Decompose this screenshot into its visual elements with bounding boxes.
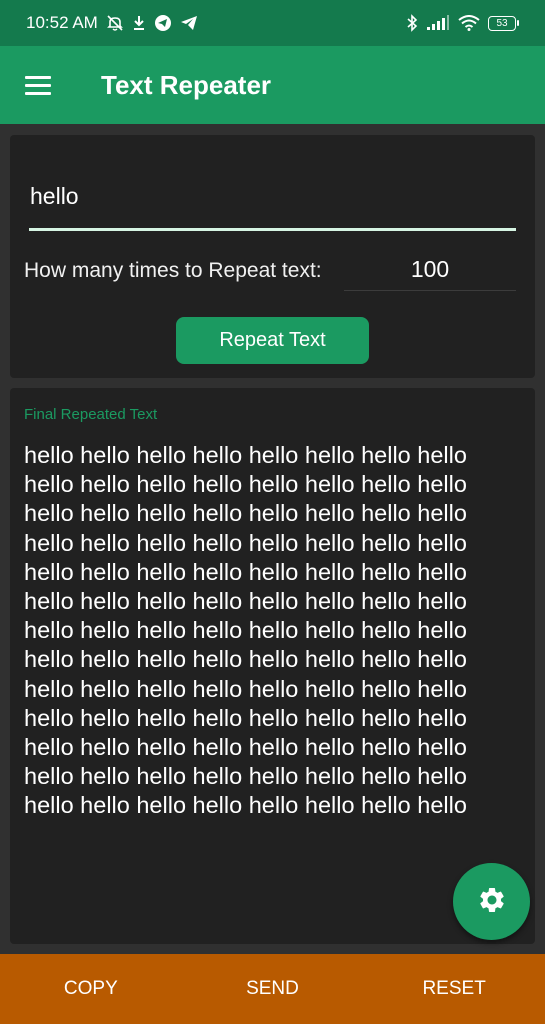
- settings-fab[interactable]: [453, 863, 530, 940]
- gear-icon: [477, 885, 507, 918]
- status-left: 10:52 AM: [26, 13, 198, 33]
- repeated-text-output: hello hello hello hello hello hello hell…: [24, 442, 467, 819]
- status-right: 53: [406, 14, 519, 32]
- status-time: 10:52 AM: [26, 13, 98, 32]
- reset-button[interactable]: RESET: [394, 959, 514, 1019]
- action-bar: COPY SEND RESET: [0, 954, 545, 1024]
- menu-bar: [25, 75, 51, 79]
- send-button[interactable]: SEND: [212, 959, 332, 1019]
- output-label: Final Repeated Text: [24, 406, 158, 423]
- input-card: How many times to Repeat text: Repeat Te…: [10, 135, 535, 378]
- menu-bar: [25, 91, 51, 95]
- bluetooth-icon: [406, 14, 418, 32]
- battery-tip: [517, 20, 519, 26]
- battery-icon: 53: [488, 15, 519, 31]
- text-input[interactable]: [29, 165, 516, 231]
- repeat-count-label: How many times to Repeat text:: [24, 259, 322, 282]
- repeat-count-input[interactable]: [344, 249, 516, 291]
- app-bar: Text Repeater: [0, 46, 545, 124]
- send-plane-icon: [180, 15, 198, 31]
- copy-button[interactable]: COPY: [31, 959, 151, 1019]
- signal-icon: [426, 15, 450, 31]
- wifi-icon: [458, 15, 480, 31]
- menu-bar: [25, 83, 51, 87]
- mute-icon: [106, 14, 124, 32]
- output-card: Final Repeated Text hello hello hello he…: [10, 388, 535, 944]
- download-icon: [132, 15, 146, 31]
- repeat-text-button[interactable]: Repeat Text: [176, 317, 369, 364]
- status-bar: 10:52 AM 53: [0, 0, 545, 46]
- telegram-icon: [154, 14, 172, 32]
- app-title: Text Repeater: [101, 69, 272, 100]
- menu-icon[interactable]: [25, 73, 55, 97]
- battery-level: 53: [488, 15, 516, 31]
